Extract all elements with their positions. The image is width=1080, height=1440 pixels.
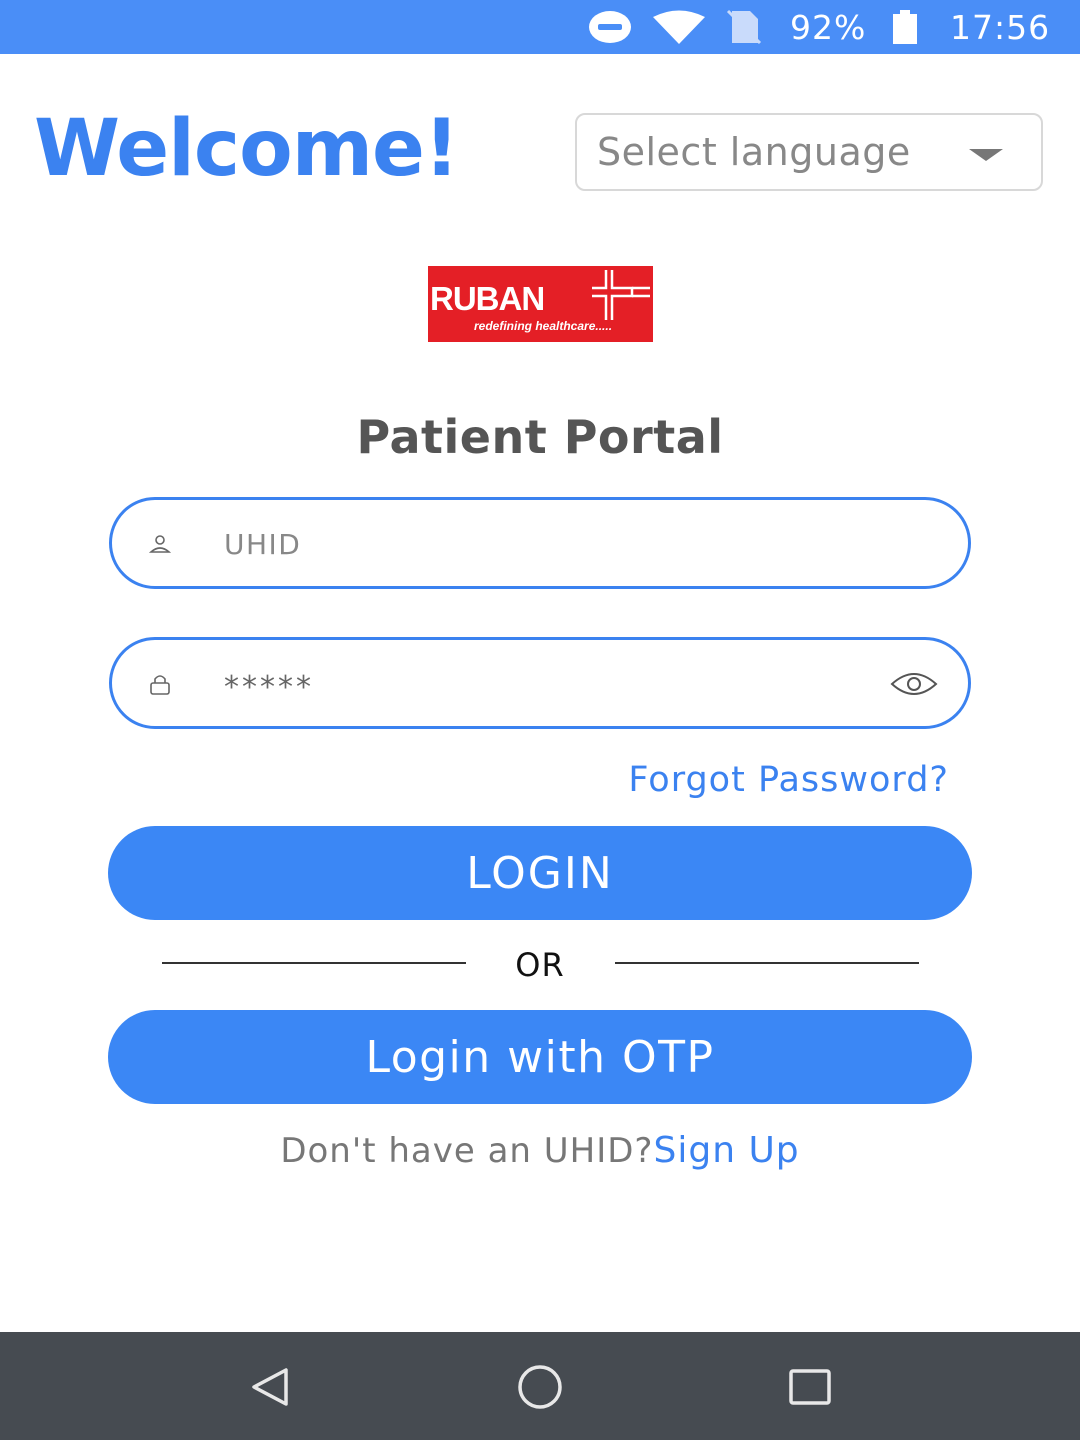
signup-prompt: Don't have an UHID?	[280, 1131, 654, 1171]
lock-icon	[148, 672, 172, 696]
divider-right	[615, 962, 919, 964]
clock: 17:56	[950, 7, 1051, 47]
welcome-heading: Welcome!	[34, 104, 459, 194]
signup-row: Don't have an UHID?Sign Up	[0, 1130, 1080, 1171]
do-not-disturb-icon	[588, 0, 632, 54]
caret-down-icon	[969, 149, 1003, 161]
home-icon[interactable]	[515, 1362, 565, 1412]
or-label: OR	[515, 946, 565, 984]
password-field[interactable]: *****	[109, 637, 971, 729]
ruban-logo: RUBAN redefining healthcare.....	[428, 266, 653, 342]
recents-icon[interactable]	[785, 1362, 835, 1412]
login-with-otp-button[interactable]: Login with OTP	[108, 1010, 972, 1104]
page-title: Patient Portal	[356, 410, 724, 464]
no-sim-icon	[724, 0, 764, 54]
password-value: *****	[224, 670, 314, 705]
language-select[interactable]: Select language	[575, 113, 1043, 191]
battery-percent: 92%	[790, 7, 867, 47]
eye-icon[interactable]	[890, 670, 938, 702]
status-bar: 92% 17:56	[0, 0, 1080, 54]
back-icon[interactable]	[246, 1362, 296, 1412]
uhid-placeholder: UHID	[224, 528, 302, 561]
battery-icon	[891, 0, 919, 54]
language-select-placeholder: Select language	[597, 130, 911, 174]
medical-cross-icon	[590, 268, 652, 326]
wifi-icon	[652, 0, 706, 54]
signup-link[interactable]: Sign Up	[653, 1130, 799, 1171]
uhid-field[interactable]: UHID	[109, 497, 971, 589]
login-button[interactable]: LOGIN	[108, 826, 972, 920]
user-icon	[148, 532, 172, 556]
logo-brand: RUBAN	[430, 280, 545, 317]
navigation-bar	[0, 1332, 1080, 1440]
logo-tagline: redefining healthcare.....	[474, 319, 613, 333]
forgot-password-link[interactable]: Forgot Password?	[628, 760, 949, 800]
